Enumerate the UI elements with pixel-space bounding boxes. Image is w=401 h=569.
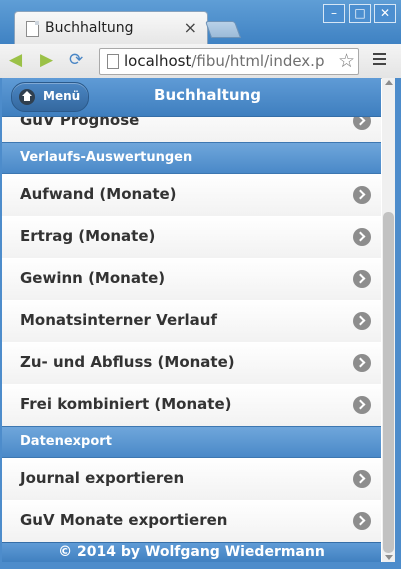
section-header-datenexport: Datenexport bbox=[2, 426, 381, 458]
window-frame-bottom bbox=[0, 562, 401, 569]
chevron-right-icon bbox=[353, 396, 371, 414]
page-icon bbox=[107, 54, 119, 69]
browser-toolbar: ◀ ▶ ⟳ localhost/fibu/html/index.p ☆ bbox=[0, 44, 401, 79]
url-path: /fibu/html/index.p bbox=[191, 52, 325, 70]
list-item-journal-export[interactable]: Journal exportieren bbox=[2, 458, 381, 501]
chevron-right-icon bbox=[353, 312, 371, 330]
browser-menu-icon[interactable] bbox=[373, 53, 386, 66]
chevron-right-icon bbox=[353, 512, 371, 530]
chevron-right-icon bbox=[353, 270, 371, 288]
list-item-frei-kombiniert[interactable]: Frei kombiniert (Monate) bbox=[2, 384, 381, 427]
list-item-label: Monatsinterner Verlauf bbox=[20, 311, 217, 329]
page-viewport: GuV Prognose Verlaufs-Auswertungen Aufwa… bbox=[2, 78, 381, 562]
list-item-monatsintern[interactable]: Monatsinterner Verlauf bbox=[2, 300, 381, 343]
list-item-label: Ertrag (Monate) bbox=[20, 227, 156, 245]
browser-titlebar: Buchhaltung × – □ ✕ bbox=[0, 0, 401, 45]
tab-close-button[interactable]: × bbox=[184, 18, 197, 37]
list-item-gewinn[interactable]: Gewinn (Monate) bbox=[2, 258, 381, 301]
list-item-aufwand[interactable]: Aufwand (Monate) bbox=[2, 174, 381, 217]
list-item-label: Zu- und Abfluss (Monate) bbox=[20, 353, 235, 371]
section-header-verlauf: Verlaufs-Auswertungen bbox=[2, 142, 381, 174]
tab-title: Buchhaltung bbox=[45, 20, 134, 36]
reload-icon[interactable]: ⟳ bbox=[69, 50, 83, 70]
list-item-zu-abfluss[interactable]: Zu- und Abfluss (Monate) bbox=[2, 342, 381, 385]
address-bar[interactable]: localhost/fibu/html/index.p ☆ bbox=[99, 48, 359, 75]
list-item-label: Journal exportieren bbox=[20, 469, 185, 487]
list-item-label: GuV Monate exportieren bbox=[20, 511, 228, 529]
close-window-button[interactable]: ✕ bbox=[374, 4, 396, 23]
footer-text: © 2014 by Wolfgang Wiedermann bbox=[58, 544, 325, 560]
app-footer: © 2014 by Wolfgang Wiedermann bbox=[2, 542, 381, 562]
scrollbar-thumb[interactable] bbox=[383, 212, 394, 553]
page-icon bbox=[26, 21, 39, 37]
window-frame-left bbox=[0, 78, 2, 562]
list-item-label: Gewinn (Monate) bbox=[20, 269, 166, 287]
browser-tab[interactable]: Buchhaltung × bbox=[14, 11, 208, 45]
section-header-label: Verlaufs-Auswertungen bbox=[20, 150, 193, 165]
new-tab-button[interactable] bbox=[204, 21, 242, 38]
list-item-label: Aufwand (Monate) bbox=[20, 185, 177, 203]
forward-arrow-icon[interactable]: ▶ bbox=[40, 50, 53, 70]
url-host: localhost bbox=[124, 52, 192, 70]
app-header: Menü Buchhaltung bbox=[2, 78, 381, 117]
chevron-right-icon bbox=[353, 228, 371, 246]
list-item-label: Frei kombiniert (Monate) bbox=[20, 395, 232, 413]
window-frame-right bbox=[395, 78, 401, 562]
vertical-scrollbar[interactable] bbox=[382, 78, 395, 562]
list-item-guv-monate-export[interactable]: GuV Monate exportieren bbox=[2, 500, 381, 543]
bookmark-star-icon[interactable]: ☆ bbox=[335, 50, 355, 72]
maximize-button[interactable]: □ bbox=[349, 4, 371, 23]
scroll-up-arrow-icon[interactable] bbox=[385, 80, 393, 85]
page-title: Buchhaltung bbox=[154, 86, 261, 104]
list-item-ertrag[interactable]: Ertrag (Monate) bbox=[2, 216, 381, 259]
chevron-right-icon bbox=[353, 354, 371, 372]
section-header-label: Datenexport bbox=[20, 434, 112, 449]
back-arrow-icon[interactable]: ◀ bbox=[9, 50, 22, 70]
url-text[interactable]: localhost/fibu/html/index.p bbox=[124, 52, 324, 70]
chevron-right-icon bbox=[353, 186, 371, 204]
scroll-down-arrow-icon[interactable] bbox=[385, 555, 393, 560]
minimize-button[interactable]: – bbox=[323, 4, 345, 23]
chevron-right-icon bbox=[353, 470, 371, 488]
